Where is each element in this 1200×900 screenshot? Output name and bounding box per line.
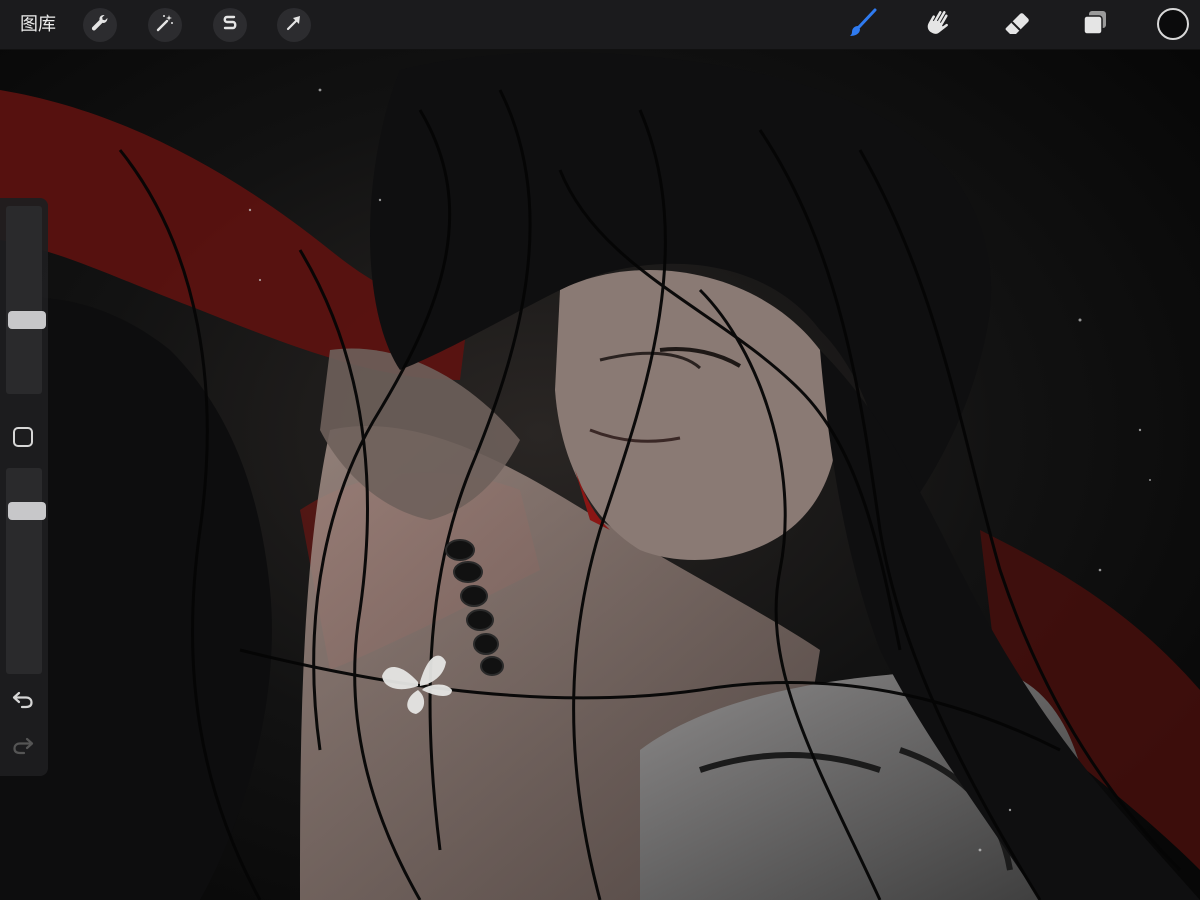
layers-button[interactable] bbox=[1077, 7, 1113, 43]
undo-icon bbox=[11, 687, 35, 716]
wrench-icon bbox=[90, 13, 110, 38]
actions-button[interactable] bbox=[83, 8, 117, 42]
opacity-thumb[interactable] bbox=[8, 502, 46, 520]
modify-button[interactable] bbox=[12, 426, 34, 453]
color-picker-button[interactable] bbox=[1157, 8, 1189, 40]
smudge-icon bbox=[923, 7, 955, 44]
selection-s-icon bbox=[220, 13, 240, 38]
artwork bbox=[0, 50, 1200, 900]
brush-tool-button[interactable] bbox=[845, 7, 881, 43]
gallery-button[interactable]: 图库 bbox=[20, 12, 56, 38]
brush-icon bbox=[847, 7, 879, 44]
redo-icon bbox=[11, 733, 35, 762]
modify-square-icon bbox=[12, 426, 34, 453]
undo-button[interactable] bbox=[10, 688, 36, 714]
layers-icon bbox=[1079, 7, 1111, 44]
opacity-slider[interactable] bbox=[6, 468, 46, 674]
transform-button[interactable] bbox=[277, 8, 311, 42]
eraser-tool-button[interactable] bbox=[999, 7, 1035, 43]
transform-arrow-icon bbox=[284, 13, 304, 38]
left-sidebar bbox=[0, 198, 48, 776]
drawing-canvas[interactable] bbox=[0, 50, 1200, 900]
redo-button[interactable] bbox=[10, 734, 36, 760]
top-toolbar: 图库 bbox=[0, 0, 1200, 50]
magic-wand-icon bbox=[155, 13, 175, 38]
selection-button[interactable] bbox=[213, 8, 247, 42]
brush-size-thumb[interactable] bbox=[8, 311, 46, 329]
eraser-icon bbox=[1001, 7, 1033, 44]
adjustments-button[interactable] bbox=[148, 8, 182, 42]
smudge-tool-button[interactable] bbox=[921, 7, 957, 43]
brush-size-slider[interactable] bbox=[6, 206, 46, 394]
